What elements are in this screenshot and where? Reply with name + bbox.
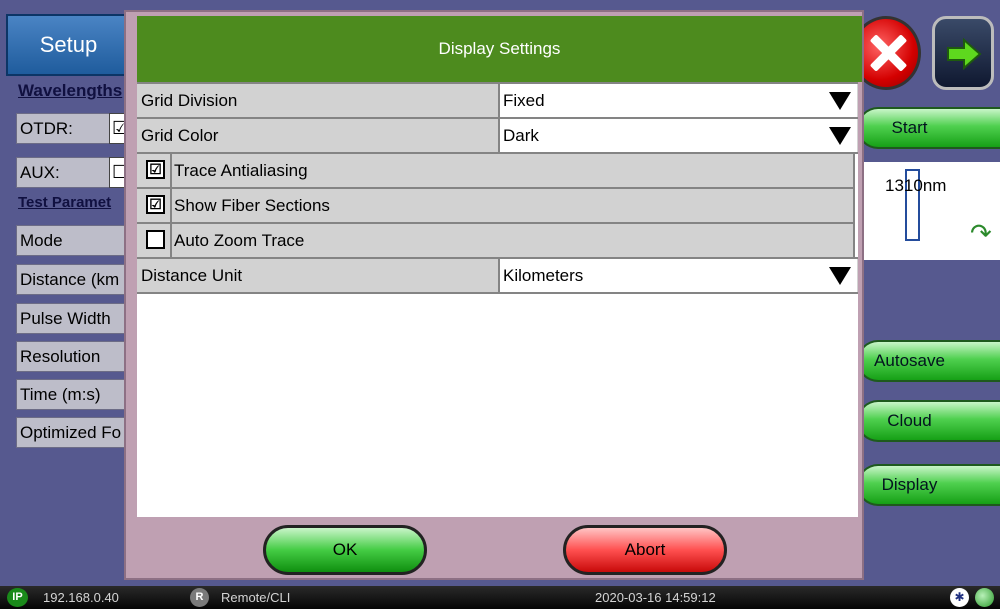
cloud-button[interactable]: Cloud [857,400,1000,442]
display-settings-dialog: Display Settings Grid Division Fixed Gri… [124,10,864,580]
distance-unit-dropdown[interactable]: Kilometers [498,259,857,292]
grid-division-row: Grid Division Fixed [137,82,858,119]
wavelengths-link[interactable]: Wavelengths [18,81,122,101]
next-arrow-icon[interactable] [932,16,994,90]
ip-icon: IP [7,588,28,607]
grid-division-label: Grid Division [141,91,238,110]
distance-unit-value: Kilometers [503,266,584,285]
aux-label: AUX: [16,157,111,188]
checkbox-divider [170,224,172,257]
display-button[interactable]: Display [857,464,1000,506]
grid-color-label: Grid Color [141,126,219,145]
datetime: 2020-03-16 14:59:12 [595,590,716,605]
trace-antialiasing-row[interactable]: ☑ Trace Antialiasing [137,152,855,189]
grid-color-value: Dark [503,126,539,145]
trace-antialiasing-label: Trace Antialiasing [174,161,308,180]
distance-unit-label: Distance Unit [141,266,243,285]
show-fiber-sections-row[interactable]: ☑ Show Fiber Sections [137,187,855,224]
auto-zoom-trace-label: Auto Zoom Trace [174,231,305,250]
remote-status: Remote/CLI [221,590,291,605]
wavelength-panel: 1310nm ↷ [857,162,1000,260]
grid-color-row: Grid Color Dark [137,117,858,154]
wavelength-label: 1310nm [885,176,947,195]
trace-antialiasing-checkbox[interactable]: ☑ [146,160,165,179]
distance-unit-row: Distance Unit Kilometers [137,257,858,294]
checkbox-divider [170,189,172,222]
dropdown-arrow-icon [829,127,851,145]
grid-division-dropdown[interactable]: Fixed [498,84,857,117]
otdr-label: OTDR: [16,113,111,144]
ip-address: 192.168.0.40 [43,590,119,605]
show-fiber-sections-checkbox[interactable]: ☑ [146,195,165,214]
start-button[interactable]: Start [857,107,1000,149]
auto-zoom-trace-row[interactable]: Auto Zoom Trace [137,222,855,259]
remote-icon: R [190,588,209,607]
auto-zoom-trace-checkbox[interactable] [146,230,165,249]
status-bar: IP 192.168.0.40 R Remote/CLI 2020-03-16 … [0,586,1000,609]
globe-icon [975,588,994,607]
grid-division-value: Fixed [503,91,545,110]
setup-tab[interactable]: Setup [6,14,131,76]
bluetooth-icon: ✱ [950,588,969,607]
ok-button[interactable]: OK [263,525,427,575]
refresh-icon[interactable]: ↷ [970,218,992,249]
checkbox-divider [170,154,172,187]
show-fiber-sections-label: Show Fiber Sections [174,196,330,215]
grid-color-dropdown[interactable]: Dark [498,119,857,152]
dialog-body: Grid Division Fixed Grid Color Dark ☑ Tr… [137,82,858,517]
test-parameters-link[interactable]: Test Paramet [18,194,111,211]
dropdown-arrow-icon [829,267,851,285]
dropdown-arrow-icon [829,92,851,110]
abort-button[interactable]: Abort [563,525,727,575]
dialog-title: Display Settings [137,16,862,82]
autosave-button[interactable]: Autosave [857,340,1000,382]
